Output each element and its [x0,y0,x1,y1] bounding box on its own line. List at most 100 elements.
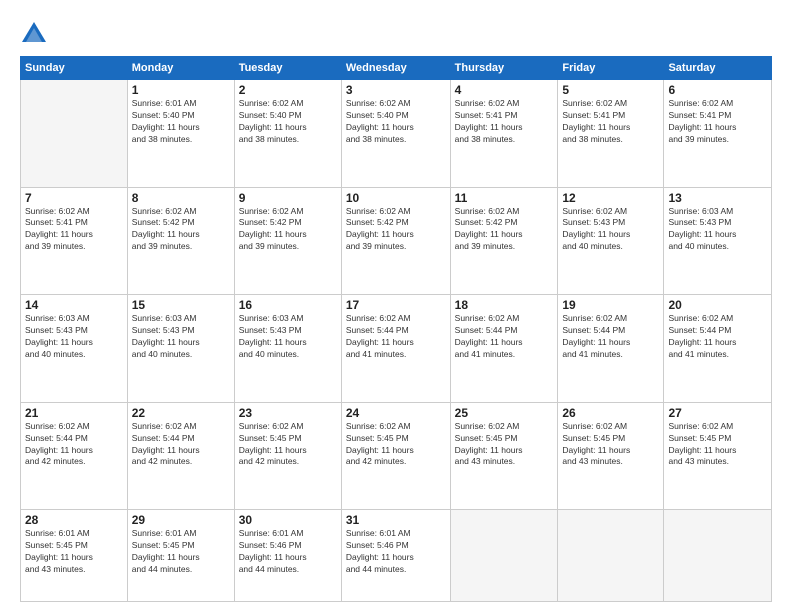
day-info: Sunrise: 6:02 AM Sunset: 5:41 PM Dayligh… [562,98,659,146]
day-info: Sunrise: 6:02 AM Sunset: 5:44 PM Dayligh… [346,313,446,361]
day-info: Sunrise: 6:01 AM Sunset: 5:46 PM Dayligh… [239,528,337,576]
calendar-cell: 25Sunrise: 6:02 AM Sunset: 5:45 PM Dayli… [450,402,558,510]
day-number: 15 [132,298,230,312]
calendar-cell: 18Sunrise: 6:02 AM Sunset: 5:44 PM Dayli… [450,295,558,403]
header-row: SundayMondayTuesdayWednesdayThursdayFrid… [21,57,772,80]
calendar-cell: 11Sunrise: 6:02 AM Sunset: 5:42 PM Dayli… [450,187,558,295]
day-number: 31 [346,513,446,527]
day-info: Sunrise: 6:02 AM Sunset: 5:45 PM Dayligh… [668,421,767,469]
day-number: 24 [346,406,446,420]
day-number: 27 [668,406,767,420]
calendar-cell: 8Sunrise: 6:02 AM Sunset: 5:42 PM Daylig… [127,187,234,295]
day-header-saturday: Saturday [664,57,772,80]
calendar-cell: 1Sunrise: 6:01 AM Sunset: 5:40 PM Daylig… [127,80,234,188]
day-number: 20 [668,298,767,312]
calendar-cell: 14Sunrise: 6:03 AM Sunset: 5:43 PM Dayli… [21,295,128,403]
day-info: Sunrise: 6:02 AM Sunset: 5:44 PM Dayligh… [455,313,554,361]
day-number: 9 [239,191,337,205]
day-number: 6 [668,83,767,97]
day-number: 18 [455,298,554,312]
calendar-cell [558,510,664,602]
day-number: 26 [562,406,659,420]
calendar-cell [21,80,128,188]
week-row-1: 1Sunrise: 6:01 AM Sunset: 5:40 PM Daylig… [21,80,772,188]
day-number: 14 [25,298,123,312]
calendar-cell: 26Sunrise: 6:02 AM Sunset: 5:45 PM Dayli… [558,402,664,510]
day-number: 3 [346,83,446,97]
calendar-cell: 12Sunrise: 6:02 AM Sunset: 5:43 PM Dayli… [558,187,664,295]
calendar-cell: 30Sunrise: 6:01 AM Sunset: 5:46 PM Dayli… [234,510,341,602]
calendar-cell: 22Sunrise: 6:02 AM Sunset: 5:44 PM Dayli… [127,402,234,510]
day-number: 8 [132,191,230,205]
calendar-cell: 15Sunrise: 6:03 AM Sunset: 5:43 PM Dayli… [127,295,234,403]
day-info: Sunrise: 6:02 AM Sunset: 5:40 PM Dayligh… [346,98,446,146]
day-info: Sunrise: 6:03 AM Sunset: 5:43 PM Dayligh… [668,206,767,254]
page: SundayMondayTuesdayWednesdayThursdayFrid… [0,0,792,612]
calendar-cell: 28Sunrise: 6:01 AM Sunset: 5:45 PM Dayli… [21,510,128,602]
day-info: Sunrise: 6:03 AM Sunset: 5:43 PM Dayligh… [25,313,123,361]
day-number: 28 [25,513,123,527]
day-info: Sunrise: 6:02 AM Sunset: 5:42 PM Dayligh… [239,206,337,254]
day-info: Sunrise: 6:02 AM Sunset: 5:42 PM Dayligh… [346,206,446,254]
day-info: Sunrise: 6:02 AM Sunset: 5:44 PM Dayligh… [562,313,659,361]
calendar-cell: 7Sunrise: 6:02 AM Sunset: 5:41 PM Daylig… [21,187,128,295]
day-info: Sunrise: 6:01 AM Sunset: 5:40 PM Dayligh… [132,98,230,146]
day-info: Sunrise: 6:02 AM Sunset: 5:45 PM Dayligh… [562,421,659,469]
day-info: Sunrise: 6:02 AM Sunset: 5:41 PM Dayligh… [455,98,554,146]
day-info: Sunrise: 6:02 AM Sunset: 5:44 PM Dayligh… [668,313,767,361]
day-info: Sunrise: 6:01 AM Sunset: 5:45 PM Dayligh… [25,528,123,576]
calendar-cell: 13Sunrise: 6:03 AM Sunset: 5:43 PM Dayli… [664,187,772,295]
day-number: 13 [668,191,767,205]
day-info: Sunrise: 6:01 AM Sunset: 5:46 PM Dayligh… [346,528,446,576]
day-number: 1 [132,83,230,97]
day-info: Sunrise: 6:02 AM Sunset: 5:41 PM Dayligh… [668,98,767,146]
day-number: 5 [562,83,659,97]
calendar-cell: 16Sunrise: 6:03 AM Sunset: 5:43 PM Dayli… [234,295,341,403]
day-info: Sunrise: 6:02 AM Sunset: 5:42 PM Dayligh… [455,206,554,254]
day-number: 7 [25,191,123,205]
calendar-cell: 10Sunrise: 6:02 AM Sunset: 5:42 PM Dayli… [341,187,450,295]
day-info: Sunrise: 6:01 AM Sunset: 5:45 PM Dayligh… [132,528,230,576]
calendar-cell: 31Sunrise: 6:01 AM Sunset: 5:46 PM Dayli… [341,510,450,602]
day-header-sunday: Sunday [21,57,128,80]
day-number: 10 [346,191,446,205]
calendar-cell: 27Sunrise: 6:02 AM Sunset: 5:45 PM Dayli… [664,402,772,510]
logo-icon [20,20,48,48]
day-info: Sunrise: 6:02 AM Sunset: 5:41 PM Dayligh… [25,206,123,254]
day-number: 30 [239,513,337,527]
day-header-wednesday: Wednesday [341,57,450,80]
day-number: 21 [25,406,123,420]
day-header-friday: Friday [558,57,664,80]
day-info: Sunrise: 6:02 AM Sunset: 5:45 PM Dayligh… [455,421,554,469]
day-number: 25 [455,406,554,420]
calendar: SundayMondayTuesdayWednesdayThursdayFrid… [20,56,772,602]
day-header-tuesday: Tuesday [234,57,341,80]
week-row-3: 14Sunrise: 6:03 AM Sunset: 5:43 PM Dayli… [21,295,772,403]
day-number: 29 [132,513,230,527]
day-number: 2 [239,83,337,97]
day-info: Sunrise: 6:02 AM Sunset: 5:43 PM Dayligh… [562,206,659,254]
calendar-cell: 24Sunrise: 6:02 AM Sunset: 5:45 PM Dayli… [341,402,450,510]
day-info: Sunrise: 6:02 AM Sunset: 5:40 PM Dayligh… [239,98,337,146]
day-number: 16 [239,298,337,312]
day-number: 19 [562,298,659,312]
calendar-cell: 17Sunrise: 6:02 AM Sunset: 5:44 PM Dayli… [341,295,450,403]
logo [20,20,52,48]
week-row-2: 7Sunrise: 6:02 AM Sunset: 5:41 PM Daylig… [21,187,772,295]
day-number: 17 [346,298,446,312]
calendar-cell: 29Sunrise: 6:01 AM Sunset: 5:45 PM Dayli… [127,510,234,602]
day-number: 23 [239,406,337,420]
day-number: 4 [455,83,554,97]
day-info: Sunrise: 6:02 AM Sunset: 5:44 PM Dayligh… [25,421,123,469]
day-header-thursday: Thursday [450,57,558,80]
calendar-cell: 21Sunrise: 6:02 AM Sunset: 5:44 PM Dayli… [21,402,128,510]
calendar-cell: 3Sunrise: 6:02 AM Sunset: 5:40 PM Daylig… [341,80,450,188]
day-header-monday: Monday [127,57,234,80]
day-info: Sunrise: 6:02 AM Sunset: 5:45 PM Dayligh… [239,421,337,469]
calendar-cell: 5Sunrise: 6:02 AM Sunset: 5:41 PM Daylig… [558,80,664,188]
day-info: Sunrise: 6:02 AM Sunset: 5:42 PM Dayligh… [132,206,230,254]
calendar-cell [450,510,558,602]
calendar-cell: 4Sunrise: 6:02 AM Sunset: 5:41 PM Daylig… [450,80,558,188]
calendar-cell [664,510,772,602]
day-info: Sunrise: 6:02 AM Sunset: 5:44 PM Dayligh… [132,421,230,469]
